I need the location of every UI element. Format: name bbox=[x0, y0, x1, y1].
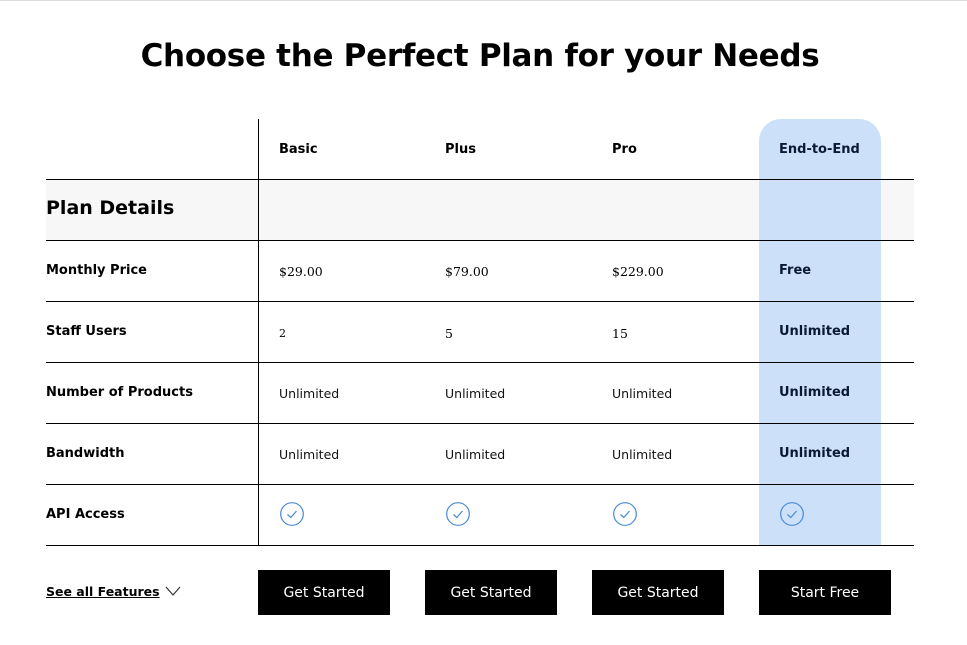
row-divider bbox=[46, 423, 914, 424]
cell-pro-products: Unlimited bbox=[612, 386, 673, 401]
row-divider bbox=[46, 179, 914, 180]
cell-pro-price: $229.00 bbox=[612, 264, 664, 279]
cell-plus-staff: 5 bbox=[445, 326, 453, 341]
check-icon bbox=[446, 502, 470, 526]
check-icon bbox=[280, 502, 304, 526]
get-started-pro-button[interactable]: Get Started bbox=[592, 570, 724, 615]
cell-pro-staff: 15 bbox=[612, 326, 628, 341]
row-label-api-access: API Access bbox=[46, 507, 125, 522]
cell-basic-price: $29.00 bbox=[279, 264, 323, 279]
cell-basic-products: Unlimited bbox=[279, 386, 340, 401]
plan-header-basic: Basic bbox=[279, 142, 318, 157]
plan-header-end-to-end: End-to-End bbox=[779, 142, 860, 157]
cell-end-to-end-bandwidth: Unlimited bbox=[779, 446, 851, 461]
row-divider bbox=[46, 545, 914, 546]
column-divider bbox=[258, 119, 259, 546]
cell-end-to-end-price: Free bbox=[779, 263, 812, 278]
start-free-button[interactable]: Start Free bbox=[759, 570, 891, 615]
row-divider bbox=[46, 362, 914, 363]
cell-basic-staff: 2 bbox=[279, 327, 286, 340]
see-all-features-link[interactable]: See all Features bbox=[46, 584, 160, 599]
row-divider bbox=[46, 301, 914, 302]
top-border bbox=[0, 0, 967, 1]
row-divider bbox=[46, 484, 914, 485]
cell-plus-price: $79.00 bbox=[445, 264, 489, 279]
cell-pro-bandwidth: Unlimited bbox=[612, 447, 673, 462]
cell-end-to-end-staff: Unlimited bbox=[779, 324, 851, 339]
cell-end-to-end-products: Unlimited bbox=[779, 385, 851, 400]
cell-plus-products: Unlimited bbox=[445, 386, 506, 401]
check-icon bbox=[613, 502, 637, 526]
row-label-monthly-price: Monthly Price bbox=[46, 263, 147, 278]
chevron-down-icon[interactable] bbox=[164, 584, 182, 598]
row-label-staff-users: Staff Users bbox=[46, 324, 127, 339]
plan-header-pro: Pro bbox=[612, 142, 637, 157]
get-started-basic-button[interactable]: Get Started bbox=[258, 570, 390, 615]
get-started-plus-button[interactable]: Get Started bbox=[425, 570, 557, 615]
cell-basic-bandwidth: Unlimited bbox=[279, 447, 340, 462]
check-icon bbox=[780, 502, 804, 526]
cell-plus-bandwidth: Unlimited bbox=[445, 447, 506, 462]
row-label-bandwidth: Bandwidth bbox=[46, 446, 125, 461]
row-label-number-of-products: Number of Products bbox=[46, 385, 193, 400]
page-title: Choose the Perfect Plan for your Needs bbox=[140, 38, 820, 74]
plan-header-plus: Plus bbox=[445, 142, 476, 157]
section-title: Plan Details bbox=[46, 197, 175, 219]
row-divider bbox=[46, 240, 914, 241]
